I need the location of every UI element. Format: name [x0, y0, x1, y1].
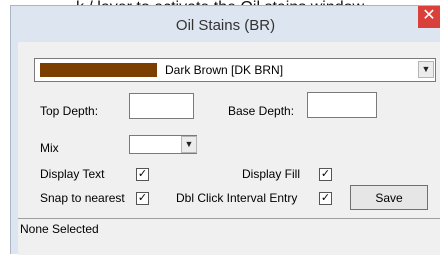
base-depth-label: Base Depth:	[228, 104, 295, 118]
display-fill-checkbox[interactable]: ✓	[319, 168, 332, 181]
display-text-label: Display Text	[40, 167, 105, 181]
display-fill-label: Display Fill	[242, 167, 301, 181]
status-text: None Selected	[20, 222, 99, 236]
mix-select[interactable]: ▼	[129, 135, 197, 154]
display-text-checkbox[interactable]: ✓	[136, 168, 149, 181]
color-select-value: Dark Brown [DK BRN]	[165, 63, 284, 77]
checkmark-icon: ✓	[137, 168, 148, 180]
status-bar: None Selected	[18, 218, 440, 255]
oil-stains-window: Oil Stains (BR) ✕ Dark Brown [DK BRN] ▼ …	[10, 5, 440, 255]
dialog-body: Dark Brown [DK BRN] ▼ Top Depth: Base De…	[18, 42, 440, 255]
color-swatch	[40, 63, 157, 77]
color-select[interactable]: Dark Brown [DK BRN] ▼	[34, 58, 436, 82]
checkmark-icon: ✓	[137, 192, 148, 204]
checkmark-icon: ✓	[320, 192, 331, 204]
save-button[interactable]: Save	[350, 185, 428, 210]
title-bar: Oil Stains (BR) ✕	[11, 6, 440, 42]
dbl-click-interval-entry-checkbox[interactable]: ✓	[319, 192, 332, 205]
top-depth-label: Top Depth:	[40, 104, 99, 118]
mix-dropdown-button[interactable]: ▼	[181, 136, 197, 153]
mix-label: Mix	[40, 141, 59, 155]
chevron-down-icon: ▼	[421, 64, 431, 74]
checkmark-icon: ✓	[320, 168, 331, 180]
close-button[interactable]: ✕	[418, 6, 440, 28]
snap-to-nearest-checkbox[interactable]: ✓	[136, 192, 149, 205]
color-select-dropdown-button[interactable]: ▼	[418, 61, 434, 78]
window-title: Oil Stains (BR)	[175, 17, 276, 34]
dbl-click-interval-entry-label: Dbl Click Interval Entry	[176, 191, 298, 205]
snap-to-nearest-label: Snap to nearest	[40, 191, 125, 205]
top-depth-input[interactable]	[129, 93, 194, 119]
base-depth-input[interactable]	[307, 92, 377, 118]
chevron-down-icon: ▼	[184, 139, 194, 149]
close-icon: ✕	[422, 7, 436, 24]
